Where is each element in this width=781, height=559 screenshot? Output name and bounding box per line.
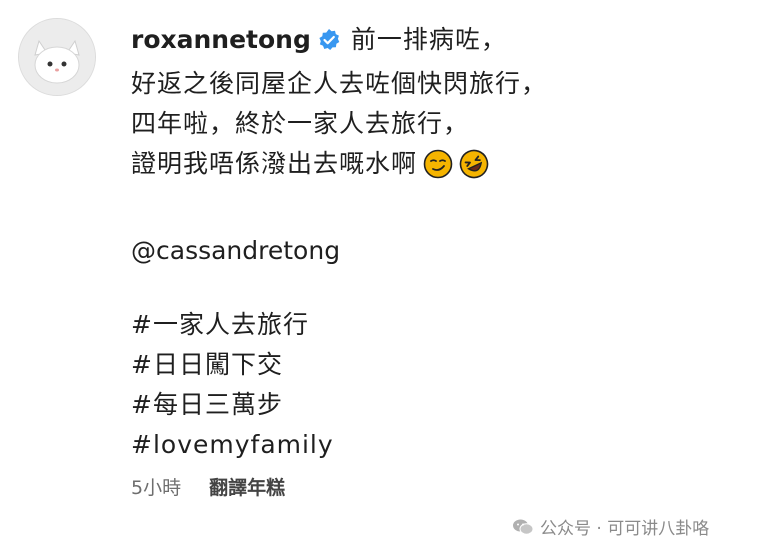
hashtag-link[interactable]: #一家人去旅行 — [131, 305, 751, 345]
avatar[interactable] — [18, 18, 96, 96]
post-footer: 5小時 翻譯年糕 — [131, 473, 751, 500]
watermark-text: 公众号 · 可可讲八卦咯 — [540, 519, 710, 539]
mention-link[interactable]: @cassandretong — [131, 231, 751, 271]
verified-badge-icon — [317, 24, 341, 64]
translate-button[interactable]: 翻譯年糕 — [209, 477, 285, 499]
caption-text-4: 證明我唔係潑出去嘅水啊 — [131, 149, 418, 178]
caption-line-4: 證明我唔係潑出去嘅水啊 — [131, 144, 751, 191]
post-timestamp: 5小時 — [131, 477, 182, 499]
post-caption: roxannetong 前一排病咗， 好返之後同屋企人去咗個快閃旅行， 四年啦，終… — [131, 20, 751, 500]
caption-line-3: 四年啦，終於一家人去旅行， — [131, 109, 470, 138]
caption-line-1: roxannetong 前一排病咗， — [131, 20, 751, 64]
hashtag-link[interactable]: #lovemyfamily — [131, 425, 751, 465]
caption-line-2: 好返之後同屋企人去咗個快閃旅行， — [131, 69, 548, 98]
rolling-on-floor-laughing-icon — [459, 149, 489, 191]
username-link[interactable]: roxannetong — [131, 25, 311, 54]
hashtag-link[interactable]: #每日三萬步 — [131, 385, 751, 425]
smirk-face-icon — [423, 149, 453, 191]
caption-text-1: 前一排病咗， — [350, 25, 507, 54]
wechat-icon — [513, 519, 534, 535]
hashtag-link[interactable]: #日日闖下交 — [131, 345, 751, 385]
watermark: 公众号 · 可可讲八卦咯 — [512, 514, 709, 539]
cat-avatar-icon — [19, 19, 95, 95]
